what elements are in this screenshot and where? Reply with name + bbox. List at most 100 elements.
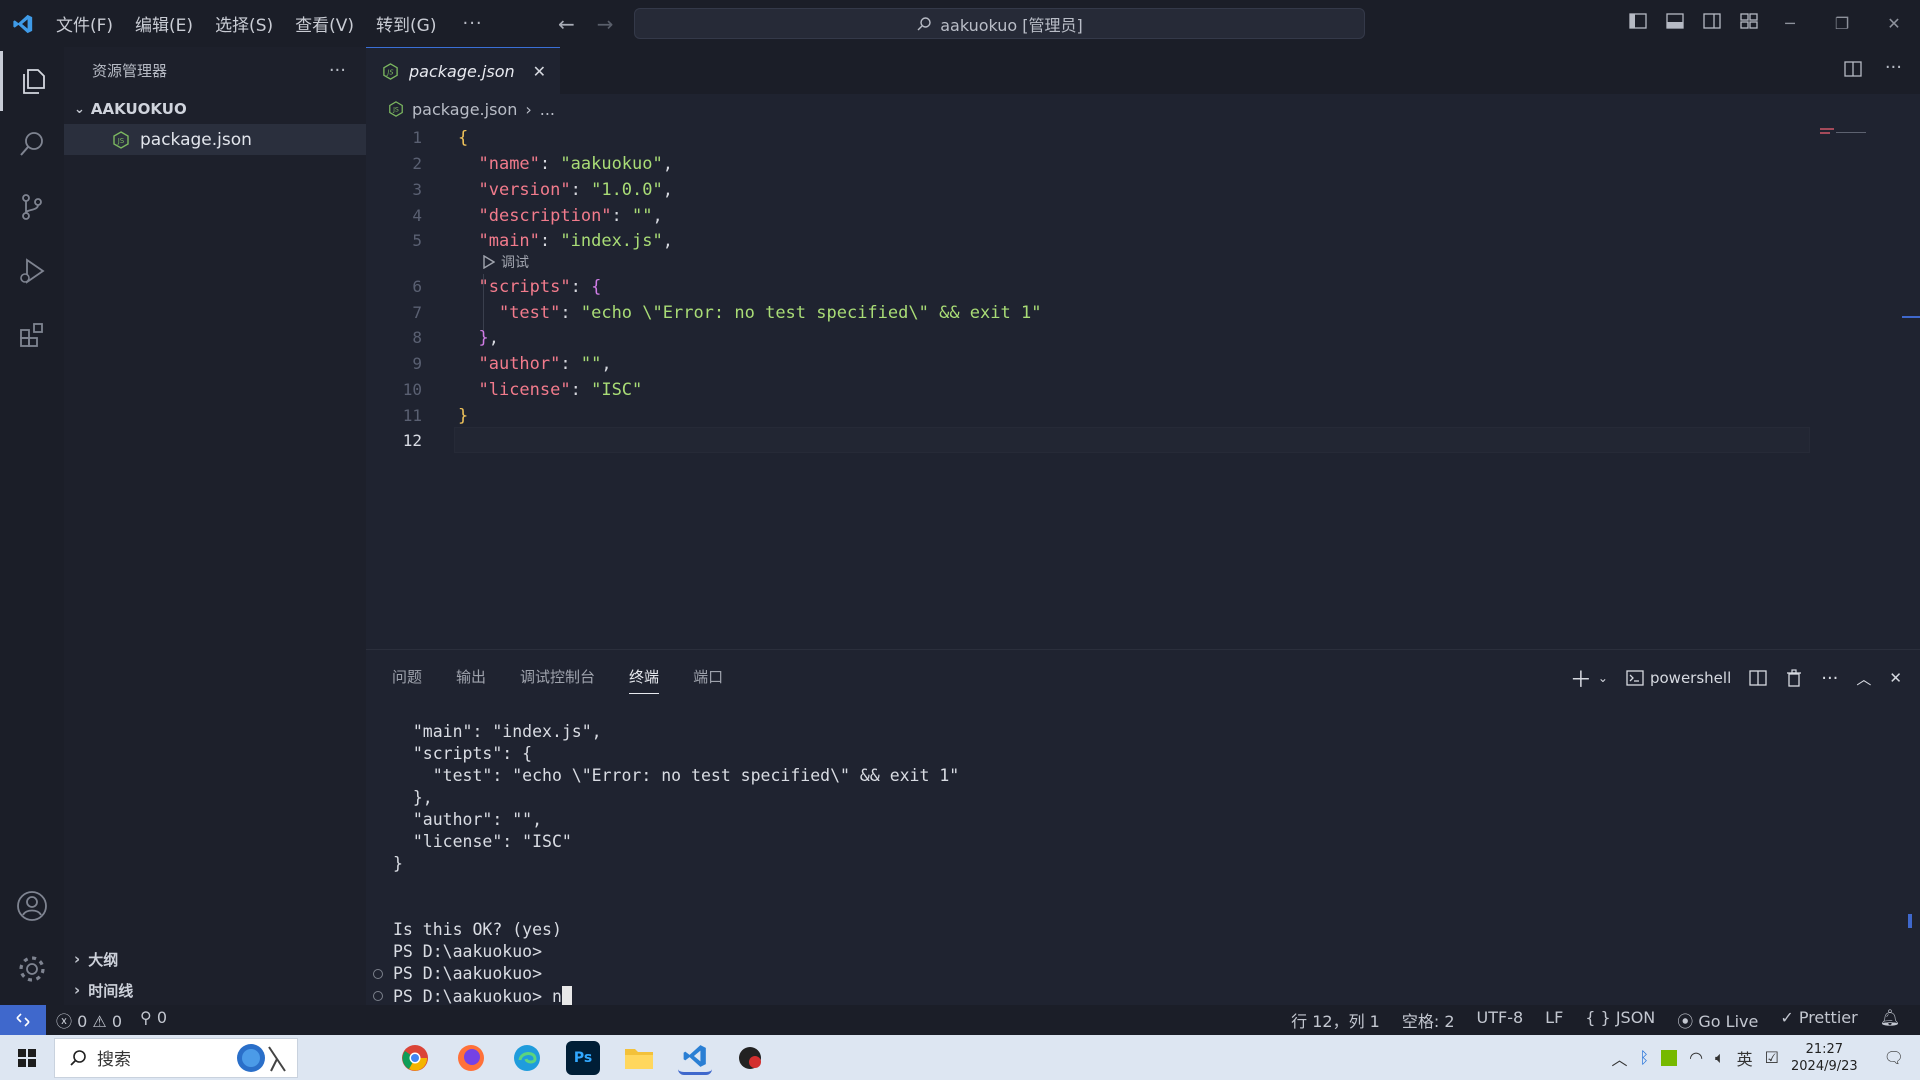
back-arrow-icon[interactable]: ←	[558, 12, 575, 36]
system-tray: ︿ ᛒ ◠ 🔈︎ 英 ☑ 21:27 2024/9/23 🗨︎	[1611, 1035, 1920, 1080]
windows-start-icon[interactable]	[0, 1035, 54, 1080]
split-terminal-icon[interactable]	[1749, 669, 1767, 687]
customize-layout-icon[interactable]	[1739, 11, 1759, 31]
account-icon[interactable]	[0, 876, 64, 936]
bluetooth-icon[interactable]: ᛒ	[1639, 1048, 1649, 1067]
code-line: "author": "",	[478, 354, 612, 374]
volume-icon[interactable]: 🔈︎	[1715, 1048, 1725, 1068]
new-terminal-icon[interactable]: ＋	[1570, 662, 1592, 694]
app-icon[interactable]	[734, 1041, 768, 1075]
vscode-taskbar-icon[interactable]	[678, 1041, 712, 1075]
breadcrumb-more[interactable]: ...	[540, 100, 555, 119]
chrome-icon[interactable]	[398, 1041, 432, 1075]
taskbar-search[interactable]: 搜索	[54, 1037, 298, 1078]
tab-output[interactable]: 输出	[456, 666, 486, 694]
notification-icon[interactable]: 🗨︎	[1884, 1048, 1904, 1067]
menu-selection[interactable]: 选择(S)	[215, 11, 273, 36]
encoding[interactable]: UTF-8	[1477, 1008, 1524, 1032]
extensions-icon[interactable]	[0, 305, 64, 365]
toggle-panel-icon[interactable]	[1665, 11, 1685, 31]
panel-more-icon[interactable]: ···	[1821, 668, 1838, 689]
remote-indicator-icon[interactable]	[0, 1005, 46, 1035]
command-decoration-icon[interactable]	[373, 969, 383, 979]
indentation[interactable]: 空格: 2	[1402, 1008, 1455, 1032]
minimap[interactable]	[1820, 124, 1870, 144]
menu-more-button[interactable]: ···	[462, 13, 482, 34]
tab-terminal[interactable]: 终端	[629, 666, 660, 694]
explorer-more-button[interactable]: ···	[329, 60, 346, 81]
timeline-section[interactable]: › 时间线	[64, 975, 366, 1005]
photoshop-icon[interactable]: Ps	[566, 1040, 600, 1075]
toggle-secondary-sidebar-icon[interactable]	[1702, 11, 1722, 31]
explorer-icon[interactable]	[0, 51, 64, 111]
language-mode[interactable]: { } JSON	[1585, 1008, 1655, 1032]
prettier-status[interactable]: ✓ Prettier	[1780, 1008, 1857, 1032]
language-label: JSON	[1615, 1008, 1656, 1027]
cursor-position[interactable]: 行 12，列 1	[1291, 1008, 1380, 1032]
shell-name[interactable]: powershell	[1650, 669, 1731, 687]
status-right: 行 12，列 1 空格: 2 UTF-8 LF { } JSON ⦿ Go Li…	[1291, 1008, 1900, 1032]
code-line: "license": "ISC"	[478, 380, 643, 400]
maximize-panel-icon[interactable]: ︿	[1856, 668, 1871, 689]
json-key: "author"	[478, 354, 561, 374]
error-icon: ⓧ	[56, 1012, 73, 1031]
minimize-icon[interactable]: ─	[1764, 0, 1816, 47]
line-number: 10	[402, 380, 422, 399]
restore-icon[interactable]: ❐	[1816, 0, 1868, 47]
line-number: 1	[412, 128, 422, 147]
play-icon	[483, 255, 495, 269]
workspace-folder[interactable]: ⌄ AAKUOKUO	[64, 94, 366, 124]
bell-icon[interactable]: 🔔︎	[1880, 1008, 1900, 1032]
forward-arrow-icon[interactable]: →	[597, 12, 614, 36]
ports-status[interactable]: ⚲ 0	[140, 1008, 167, 1032]
chevron-up-icon[interactable]: ︿	[1611, 1046, 1627, 1070]
toggle-primary-sidebar-icon[interactable]	[1628, 11, 1648, 31]
trash-icon[interactable]	[1785, 669, 1803, 687]
menu-file[interactable]: 文件(F)	[56, 11, 113, 36]
command-decoration-icon[interactable]	[373, 991, 383, 1001]
tab-problems[interactable]: 问题	[392, 666, 422, 694]
split-editor-icon[interactable]	[1843, 59, 1863, 79]
close-tab-icon[interactable]: ✕	[533, 62, 546, 81]
checkbox-tray-icon[interactable]: ☑	[1765, 1048, 1779, 1067]
code-editor[interactable]: 1 2 3 4 5 6 7 8 9 10 11 12 { "name": "aa…	[366, 124, 1920, 644]
settings-gear-icon[interactable]	[0, 939, 64, 999]
end-of-line[interactable]: LF	[1545, 1008, 1563, 1032]
ime-indicator[interactable]: 英	[1737, 1046, 1753, 1070]
code-line: "scripts": {	[478, 277, 602, 297]
code-line: "test": "echo \"Error: no test specified…	[498, 303, 1042, 323]
chevron-down-icon[interactable]: ⌄	[1598, 671, 1608, 685]
brace-close: }	[478, 328, 489, 348]
search-view-icon[interactable]	[0, 114, 64, 174]
svg-text:JS: JS	[117, 137, 125, 145]
terminal-line: }	[393, 854, 403, 873]
file-item-package-json[interactable]: JS package.json	[64, 124, 366, 155]
search-icon	[70, 1049, 86, 1066]
code-line: "description": "",	[478, 206, 663, 226]
editor-more-icon[interactable]: ···	[1885, 59, 1902, 79]
menu-go[interactable]: 转到(G)	[376, 11, 436, 36]
tab-ports[interactable]: 端口	[693, 666, 723, 694]
menu-view[interactable]: 查看(V)	[295, 11, 354, 36]
firefox-icon[interactable]	[454, 1041, 488, 1075]
outline-section[interactable]: › 大纲	[64, 944, 366, 974]
clock[interactable]: 21:27 2024/9/23	[1791, 1041, 1858, 1075]
problems-status[interactable]: ⓧ 0 ⚠ 0	[56, 1008, 122, 1032]
tab-package-json[interactable]: JS package.json ✕	[366, 47, 561, 94]
wifi-icon[interactable]: ◠	[1689, 1048, 1703, 1067]
command-center[interactable]: aakuokuo [管理员]	[634, 8, 1365, 39]
edge-icon[interactable]	[510, 1041, 544, 1075]
file-explorer-icon[interactable]	[622, 1041, 656, 1075]
close-window-icon[interactable]: ✕	[1868, 0, 1920, 47]
debug-codelens[interactable]: 调试	[482, 252, 529, 272]
source-control-icon[interactable]	[0, 177, 64, 237]
go-live-button[interactable]: ⦿ Go Live	[1677, 1008, 1758, 1032]
breadcrumb-file[interactable]: package.json	[412, 100, 517, 119]
close-panel-icon[interactable]: ✕	[1889, 669, 1902, 687]
menu-edit[interactable]: 编辑(E)	[135, 11, 193, 36]
terminal-line: "scripts": {	[393, 744, 533, 763]
nvidia-icon[interactable]	[1661, 1049, 1678, 1066]
line-number: 8	[412, 328, 422, 347]
run-debug-icon[interactable]	[0, 241, 64, 301]
tab-debug-console[interactable]: 调试控制台	[520, 666, 595, 694]
